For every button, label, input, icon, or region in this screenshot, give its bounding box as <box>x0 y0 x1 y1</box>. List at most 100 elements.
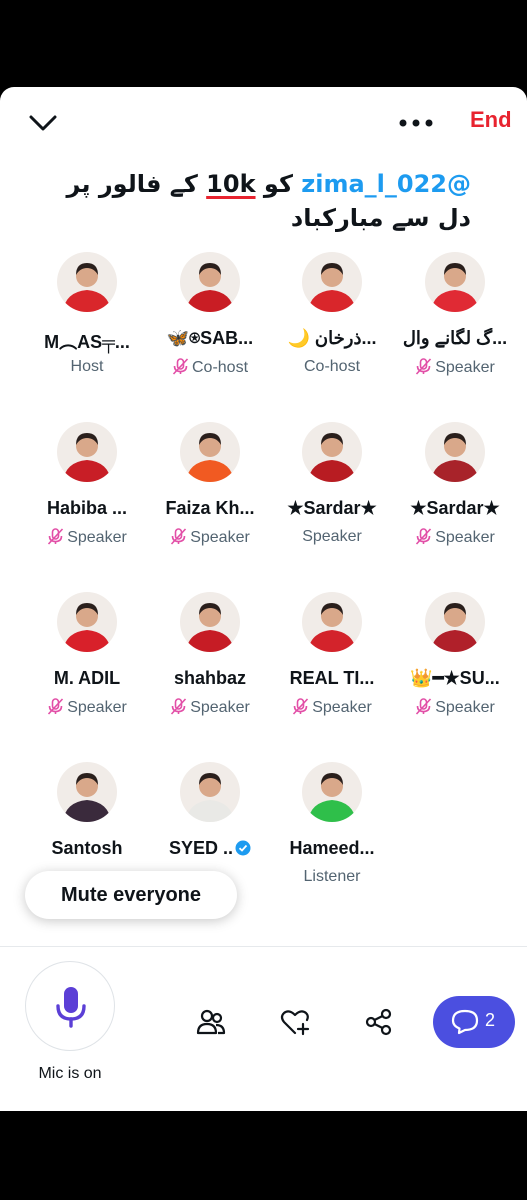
avatar-image <box>302 762 362 822</box>
avatar-image <box>180 762 240 822</box>
heart-plus-icon[interactable] <box>280 1007 310 1037</box>
participant-role: Host <box>25 358 149 376</box>
participant-name-text: 👑━★SU... <box>410 668 500 688</box>
participant-name-text: shahbaz <box>173 668 247 688</box>
avatar[interactable] <box>425 592 485 652</box>
participant-name-text: Habiba ... <box>46 498 127 518</box>
avatar[interactable] <box>302 762 362 822</box>
avatar[interactable] <box>57 762 117 822</box>
participant-name-text: Faiza Kh... <box>165 498 255 518</box>
participant-name: shahbaz <box>148 668 272 689</box>
participant-12[interactable]: 👑━★SU... Speaker <box>393 592 517 722</box>
mic-status-label: Mic is on <box>38 1065 102 1082</box>
avatar[interactable] <box>180 252 240 312</box>
participant-role-text: Speaker <box>435 699 495 716</box>
participant-name-text: 🦋⍟SAB... <box>166 328 254 348</box>
title-mention[interactable]: @zima_l_022 <box>301 170 471 198</box>
space-title: @zima_l_022 کو 10k کے فالور پر دل سے مبا… <box>31 167 471 235</box>
chat-count: 2 <box>485 1010 496 1030</box>
avatar-image <box>425 592 485 652</box>
end-button[interactable]: End <box>470 107 512 133</box>
people-icon[interactable] <box>196 1007 226 1037</box>
avatar[interactable] <box>302 592 362 652</box>
avatar[interactable] <box>302 422 362 482</box>
avatar-image <box>180 422 240 482</box>
mic-off-icon <box>416 358 432 375</box>
avatar[interactable] <box>57 252 117 312</box>
avatar-image <box>302 592 362 652</box>
participant-role: Speaker <box>25 698 149 717</box>
participant-5[interactable]: Habiba ... Speaker <box>25 422 149 552</box>
avatar[interactable] <box>302 252 362 312</box>
avatar-image <box>180 592 240 652</box>
participant-name: ★Sardar★ <box>270 498 394 519</box>
divider <box>0 946 527 947</box>
participant-role-text: Speaker <box>435 359 495 376</box>
participant-name-text: گ لگانے وال... <box>402 328 508 348</box>
avatar-image <box>302 422 362 482</box>
mic-off-icon <box>171 528 187 545</box>
avatar-image <box>57 592 117 652</box>
participant-name-text: ★Sardar★ <box>410 498 500 518</box>
participant-role-text: Co-host <box>191 359 249 376</box>
share-icon[interactable] <box>364 1007 394 1037</box>
participant-role-text: Speaker <box>190 699 250 716</box>
mic-off-icon <box>416 698 432 715</box>
mic-off-icon <box>171 698 187 715</box>
chat-bubble-icon <box>451 1009 479 1035</box>
participant-name-text: Santosh <box>51 838 123 858</box>
participant-name: ★Sardar★ <box>393 498 517 519</box>
participant-role-text: Co-host <box>303 358 361 375</box>
participant-11[interactable]: REAL TI... Speaker <box>270 592 394 722</box>
avatar[interactable] <box>425 422 485 482</box>
participant-name: SYED .. <box>148 838 272 859</box>
participant-role: Speaker <box>393 698 517 717</box>
participant-15[interactable]: Hameed... Listener <box>270 762 394 892</box>
title-text-1: کو <box>263 170 293 198</box>
mic-button[interactable] <box>25 961 115 1051</box>
participant-1[interactable]: M︵AS╤... Host <box>25 252 149 382</box>
participant-role: Speaker <box>148 698 272 717</box>
participant-name-text: SYED .. <box>168 838 234 858</box>
participant-name: 🌙 ذرخان... <box>270 328 394 349</box>
avatar[interactable] <box>180 592 240 652</box>
participant-name: 👑━★SU... <box>393 668 517 689</box>
participant-role-text: Speaker <box>190 529 250 546</box>
participant-10[interactable]: shahbaz Speaker <box>148 592 272 722</box>
avatar[interactable] <box>180 762 240 822</box>
avatar[interactable] <box>57 592 117 652</box>
participant-role: Speaker <box>393 528 517 547</box>
participant-name-text: Hameed... <box>289 838 375 858</box>
participant-role: Speaker <box>25 528 149 547</box>
participant-4[interactable]: گ لگانے وال... Speaker <box>393 252 517 382</box>
participant-name-text: REAL TI... <box>289 668 375 688</box>
participant-name: گ لگانے وال... <box>393 328 517 349</box>
participant-role: Speaker <box>270 528 394 546</box>
participant-name: Habiba ... <box>25 498 149 519</box>
avatar[interactable] <box>180 422 240 482</box>
participant-role: Speaker <box>270 698 394 717</box>
avatar[interactable] <box>425 252 485 312</box>
participant-9[interactable]: M. ADIL Speaker <box>25 592 149 722</box>
avatar-image <box>57 762 117 822</box>
chat-button[interactable]: 2 <box>433 996 515 1048</box>
participant-8[interactable]: ★Sardar★ Speaker <box>393 422 517 552</box>
mic-off-icon <box>48 528 64 545</box>
participant-7[interactable]: ★Sardar★ Speaker <box>270 422 394 552</box>
chevron-down-icon[interactable] <box>26 109 60 137</box>
participant-role-text: Listener <box>303 868 361 885</box>
participant-role-text: Speaker <box>312 699 372 716</box>
avatar[interactable] <box>57 422 117 482</box>
participant-name: Faiza Kh... <box>148 498 272 519</box>
participant-3[interactable]: 🌙 ذرخان... Co-host <box>270 252 394 382</box>
participant-6[interactable]: Faiza Kh... Speaker <box>148 422 272 552</box>
participant-name: REAL TI... <box>270 668 394 689</box>
mic-off-icon <box>48 698 64 715</box>
participant-role: Speaker <box>393 358 517 377</box>
participant-2[interactable]: 🦋⍟SAB... Co-host <box>148 252 272 382</box>
participant-name: 🦋⍟SAB... <box>148 328 272 349</box>
participant-role: Listener <box>270 868 394 886</box>
mute-everyone-button[interactable]: Mute everyone <box>25 871 237 919</box>
more-dots-icon[interactable] <box>398 111 434 135</box>
avatar-image <box>57 422 117 482</box>
